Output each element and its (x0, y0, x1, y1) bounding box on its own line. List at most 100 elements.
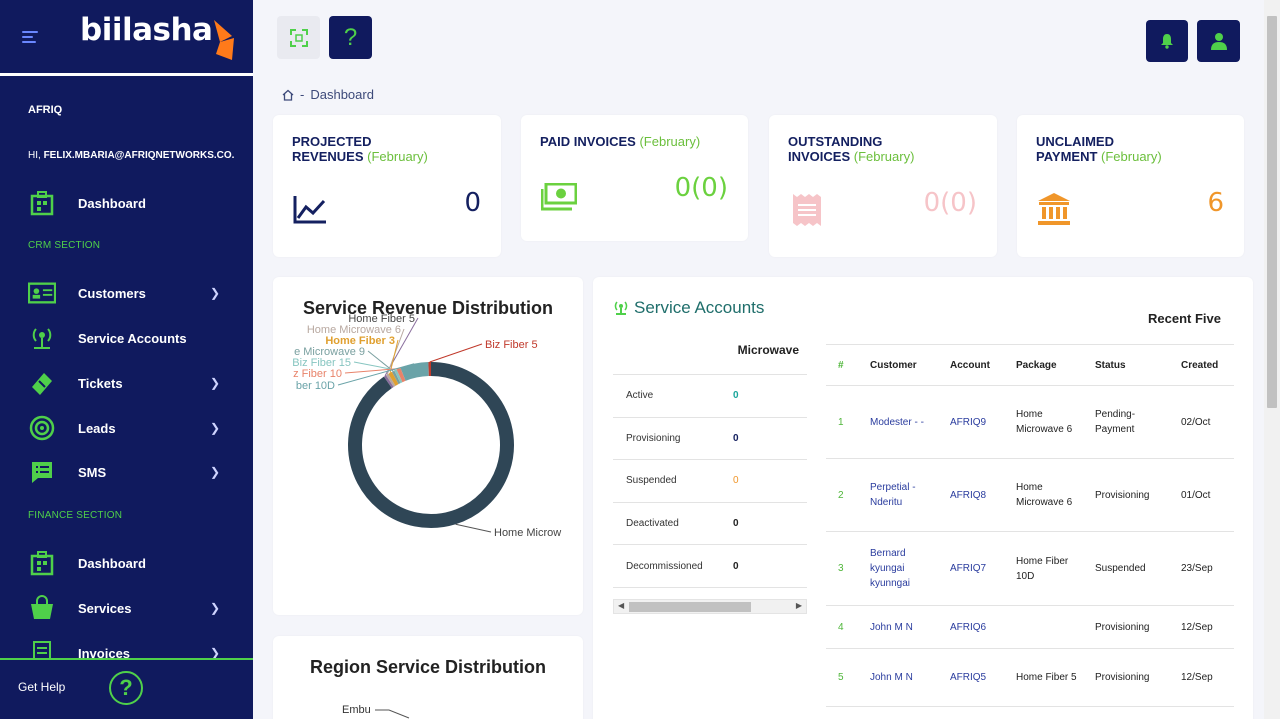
package-cell: Home Microwave 6 (1004, 385, 1083, 459)
scroll-left-arrow-icon[interactable]: ◀ (618, 601, 624, 610)
donut-slice-home-fiber-10d[interactable] (400, 362, 430, 381)
greeting-prefix: HI, (28, 150, 41, 161)
page-vertical-scrollbar[interactable] (1264, 0, 1280, 719)
hamburger-menu-icon[interactable] (22, 31, 38, 45)
sidebar-item-service-accounts[interactable]: Service Accounts (28, 323, 228, 353)
service-accounts-title-text: Service Accounts (634, 298, 765, 317)
table-row[interactable]: 3 Bernard kyungai kyunngai AFRIQ7 Home F… (826, 531, 1234, 606)
donut-slice-home-fiber-5[interactable] (383, 375, 394, 389)
microwave-table-horizontal-scrollbar[interactable]: ◀ ▶ (613, 599, 807, 614)
account-link[interactable]: AFRIQ6 (938, 605, 1004, 649)
account-link[interactable]: AFRIQ5 (938, 648, 1004, 707)
customer-link[interactable]: John M N (858, 605, 938, 649)
sidebar-item-tickets[interactable]: Tickets ❯ (28, 368, 228, 398)
brand-logo-part1: biil (80, 12, 133, 48)
customer-link[interactable]: Bernard kyungai kyunngai (858, 531, 938, 606)
home-icon[interactable] (282, 89, 294, 101)
stat-month: (February) (367, 149, 428, 164)
donut-slice-home-fiber-3[interactable] (388, 371, 399, 386)
account-link[interactable]: AFRIQ8 (938, 458, 1004, 532)
status-cell: Provisioning (1083, 648, 1169, 707)
get-help-bar[interactable]: Get Help ? (0, 658, 253, 719)
row-number: 2 (826, 458, 858, 532)
row-number: 5 (826, 648, 858, 707)
stat-month: (February) (639, 134, 701, 149)
stat-title-line1: PROJECTED (292, 134, 372, 149)
chevron-right-icon: ❯ (209, 376, 220, 390)
customer-link[interactable]: Modester - - (858, 385, 938, 459)
account-link[interactable]: AFRIQ9 (938, 385, 1004, 459)
microwave-column-header: Microwave (613, 333, 807, 375)
sidebar-item-finance-dashboard[interactable]: Dashboard (28, 548, 228, 578)
user-menu-button[interactable] (1197, 20, 1240, 62)
stat-title-line1: OUTSTANDING (788, 134, 883, 149)
chevron-right-icon: ❯ (209, 601, 220, 615)
finance-section-label: FINANCE SECTION (28, 510, 123, 521)
breadcrumb-current[interactable]: Dashboard (310, 87, 374, 102)
donut-label-home-microwave: Home Microw (494, 527, 561, 539)
donut-slice-home-microwave-6[interactable] (386, 373, 396, 387)
crm-section-label: CRM SECTION (28, 240, 101, 251)
donut-leader-line (353, 361, 396, 371)
donut-slice-biz-fiber-15[interactable] (394, 369, 403, 384)
stat-card-paid-invoices: PAID INVOICES (February) 0(0) (521, 115, 748, 241)
brand-mark-icon (214, 20, 234, 60)
stat-title-line2: PAYMENT (1036, 149, 1098, 164)
status-cell: Provisioning (1083, 605, 1169, 649)
sidebar-item-customers[interactable]: Customers ❯ (28, 278, 228, 308)
sidebar-item-services[interactable]: Services ❯ (28, 593, 228, 623)
stat-title: PROJECTED REVENUES (February) (292, 134, 428, 164)
donut-slice-home-microwave[interactable] (348, 362, 514, 528)
sidebar-item-leads[interactable]: Leads ❯ (28, 413, 228, 443)
account-link[interactable]: AFRIQ7 (938, 531, 1004, 606)
donut-leader-line (367, 350, 394, 372)
stat-value: 0 (464, 188, 481, 218)
chevron-right-icon: ❯ (209, 286, 220, 300)
table-row[interactable]: 1 Modester - - AFRIQ9 Home Microwave 6 P… (826, 385, 1234, 459)
status-label: Active (626, 390, 654, 402)
status-row-suspended: Suspended 0 (613, 460, 807, 503)
user-icon (1210, 33, 1227, 50)
donut-leader-line (455, 523, 492, 533)
scrollbar-thumb[interactable] (1267, 16, 1277, 408)
donut-slice-home-microwave-9[interactable] (391, 370, 401, 385)
bank-icon (1038, 193, 1070, 225)
table-row[interactable]: 2 Perpetial - Nderitu AFRIQ8 Home Microw… (826, 458, 1234, 532)
brand-logo[interactable]: biilasha (80, 12, 213, 48)
donut-label-home-fiber-10d: ber 10D (296, 380, 335, 392)
status-cell: Suspended (1083, 531, 1169, 606)
row-number: 4 (826, 605, 858, 649)
notifications-button[interactable] (1146, 20, 1188, 62)
sidebar-item-crm-dashboard[interactable]: Dashboard (28, 188, 228, 218)
stat-title-line1: UNCLAIMED (1036, 134, 1114, 149)
status-cell: Pending-Payment (1083, 385, 1169, 459)
scroll-right-arrow-icon[interactable]: ▶ (796, 601, 802, 610)
sidebar-item-label: Leads (78, 420, 116, 436)
service-accounts-card: Service Accounts Microwave Active 0 Prov… (593, 277, 1253, 719)
status-row-active: Active 0 (613, 375, 807, 418)
scrollbar-thumb[interactable] (629, 602, 751, 612)
help-button[interactable]: ? (329, 16, 372, 59)
organization-name: AFRIQ (28, 104, 63, 116)
row-number: 1 (826, 385, 858, 459)
column-header: Package (1004, 344, 1083, 386)
table-row[interactable]: 5 John M N AFRIQ5 Home Fiber 5 Provision… (826, 648, 1234, 707)
sidebar-item-sms[interactable]: SMS ❯ (28, 457, 228, 487)
customer-link[interactable]: Perpetial - Nderitu (858, 458, 938, 532)
chart-line-icon (293, 196, 326, 224)
stat-card-outstanding-invoices: OUTSTANDING INVOICES (February) 0(0) (769, 115, 997, 257)
donut-slice-biz-fiber-10[interactable] (396, 367, 406, 383)
status-label: Deactivated (626, 518, 679, 530)
chevron-right-icon: ❯ (209, 465, 220, 479)
sms-icon (28, 458, 56, 486)
service-accounts-title: Service Accounts (613, 298, 764, 318)
customer-link[interactable]: John M N (858, 648, 938, 707)
status-label: Suspended (626, 475, 677, 487)
service-accounts-icon (28, 324, 56, 352)
table-row[interactable]: 4 John M N AFRIQ6 Provisioning 12/Sep (826, 605, 1234, 649)
stat-card-unclaimed-payment: UNCLAIMED PAYMENT (February) 6 (1017, 115, 1244, 257)
donut-label-biz-fiber-10: z Fiber 10 (293, 368, 342, 380)
fullscreen-button[interactable] (277, 16, 320, 59)
dashboard-icon (28, 189, 56, 217)
help-circle-icon[interactable]: ? (109, 671, 143, 705)
